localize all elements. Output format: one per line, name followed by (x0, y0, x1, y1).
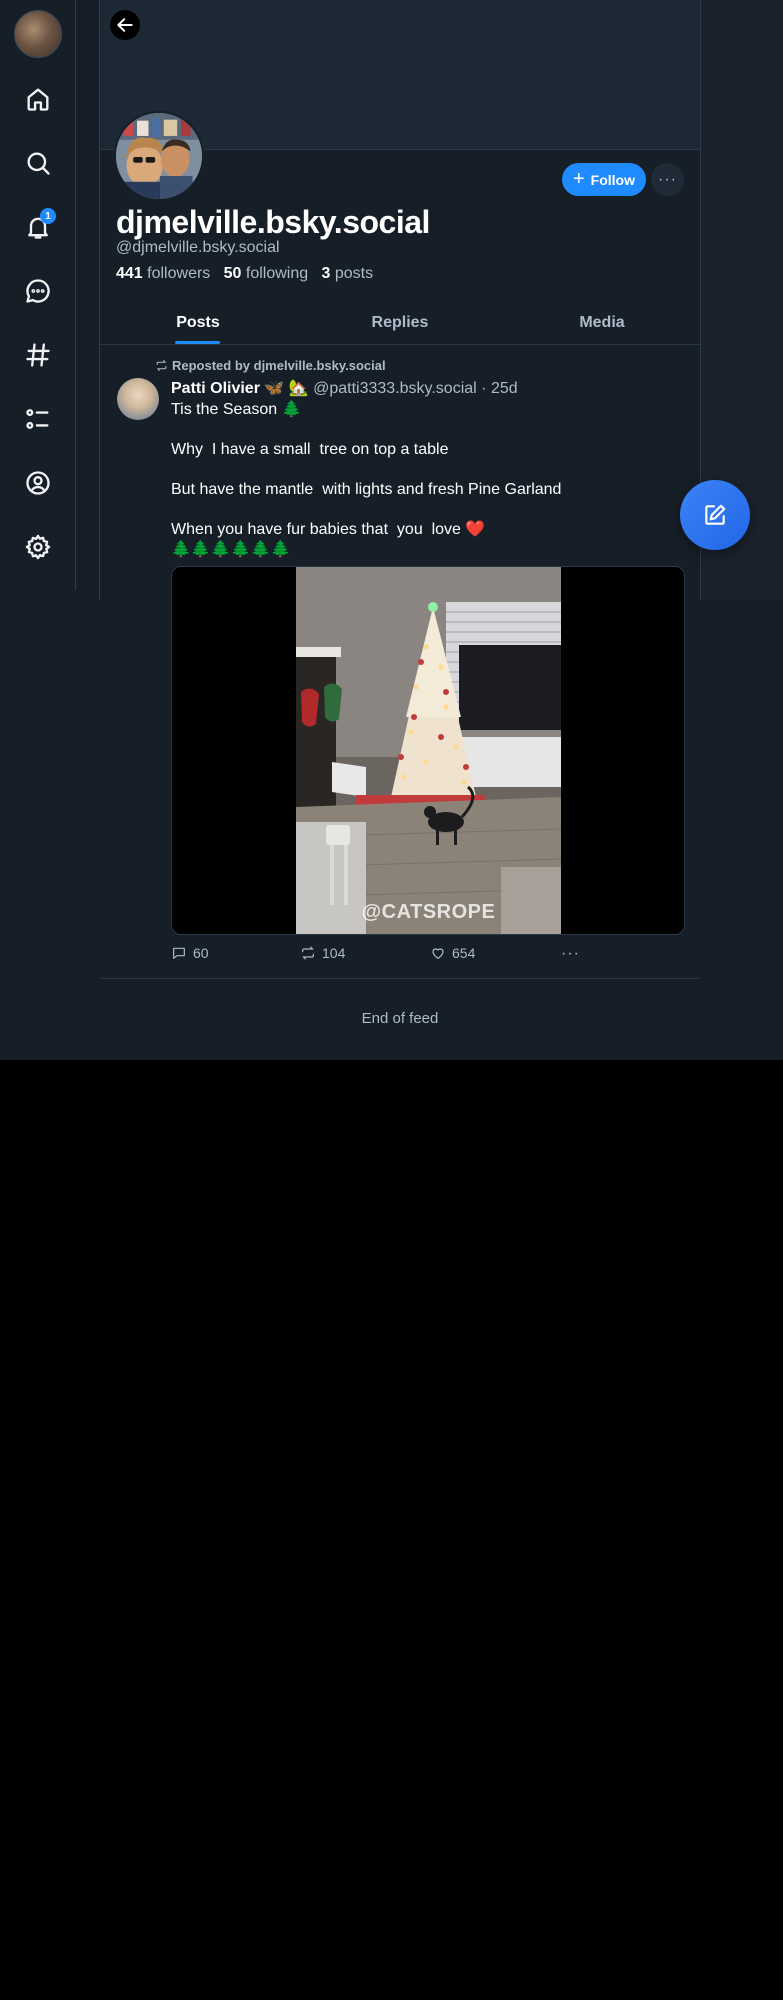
tab-media-label: Media (579, 313, 625, 331)
end-of-feed-label: End of feed (361, 1010, 439, 1027)
left-nav: 1 (0, 0, 76, 590)
like-count: 654 (452, 945, 476, 961)
post-line: But have the mantle with lights and fres… (171, 481, 562, 498)
home-icon (27, 88, 49, 111)
profile-main-column: + Follow ··· djmelville.bsky.social @djm… (99, 0, 701, 962)
post-timestamp[interactable]: 25d (491, 380, 518, 397)
post-line: When you have fur babies that you love ❤… (171, 521, 486, 538)
posts-count: 3 (321, 265, 331, 282)
nav-settings[interactable] (18, 527, 58, 567)
gear-icon (25, 534, 51, 560)
author-emojis: 🦋 🏡 (264, 380, 309, 397)
author-handle[interactable]: @patti3333.bsky.social (313, 380, 477, 397)
tab-posts[interactable]: Posts (148, 300, 248, 345)
repost-button[interactable]: 104 (300, 945, 345, 961)
followers-count: 441 (116, 265, 143, 282)
author-name[interactable]: Patti Olivier (171, 380, 260, 397)
nav-notifications[interactable]: 1 (18, 207, 58, 247)
hashtag-icon (26, 343, 50, 367)
ellipsis-icon: ··· (561, 945, 580, 962)
post-video-embed[interactable]: @CATSROPE (171, 566, 685, 935)
reply-button[interactable]: 60 (171, 945, 209, 961)
compose-post-button[interactable] (680, 480, 750, 550)
repost-icon (302, 946, 314, 960)
profile-handle: @djmelville.bsky.social (116, 239, 280, 256)
posts-label: posts (334, 265, 374, 282)
heart-icon (432, 948, 444, 959)
search-icon (27, 152, 50, 175)
notification-badge: 1 (40, 208, 56, 224)
post-author-line: Patti Olivier 🦋 🏡 @patti3333.bsky.social… (171, 378, 518, 398)
list-icon (26, 409, 49, 429)
video-still-image (296, 567, 561, 934)
back-button[interactable] (110, 10, 140, 40)
reply-count: 60 (193, 945, 209, 961)
nav-lists[interactable] (18, 399, 58, 439)
author-avatar[interactable] (117, 378, 159, 420)
feed-divider (100, 978, 700, 979)
repost-text: Reposted by djmelville.bsky.social (172, 358, 386, 373)
tab-replies[interactable]: Replies (350, 300, 450, 345)
video-watermark: @CATSROPE (361, 901, 496, 923)
posts-stat: 3 posts (322, 265, 374, 282)
profile-stats: 441 followers 50 following 3 posts (116, 265, 373, 283)
plus-icon: + (572, 167, 585, 190)
video-frame: @CATSROPE (296, 567, 561, 934)
profile-avatar-image (116, 113, 202, 199)
ellipsis-icon: ··· (658, 170, 677, 188)
post-line: 🌲🌲🌲🌲🌲🌲 (171, 541, 291, 558)
time-separator: · (481, 380, 487, 397)
nav-home[interactable] (18, 79, 58, 119)
nav-user-avatar[interactable] (14, 10, 62, 58)
profile-tabs: Posts Replies Media (100, 300, 700, 345)
profile-more-button[interactable]: ··· (651, 163, 684, 196)
nav-chat[interactable] (18, 271, 58, 311)
active-tab-indicator (175, 341, 220, 344)
following-count: 50 (223, 265, 242, 282)
post-actions: 60 104 654 ··· (171, 945, 591, 965)
arrow-left-icon (117, 18, 133, 32)
chat-icon (26, 279, 50, 303)
post-line: Tis the Season 🌲 (171, 401, 302, 418)
profile-icon (26, 471, 50, 495)
repost-icon (156, 360, 167, 371)
post-more-button[interactable]: ··· (561, 945, 580, 963)
post-line: Why I have a small tree on top a table (171, 441, 449, 458)
follow-button[interactable]: + Follow (562, 163, 646, 196)
nav-profile[interactable] (18, 463, 58, 503)
repost-count: 104 (322, 945, 346, 961)
tab-media[interactable]: Media (552, 300, 652, 345)
repost-indicator[interactable]: Reposted by djmelville.bsky.social (155, 358, 386, 373)
following-stat[interactable]: 50 following (224, 265, 309, 282)
follow-button-label: Follow (590, 171, 635, 188)
nav-search[interactable] (18, 143, 58, 183)
following-label: following (245, 265, 309, 282)
nav-feeds[interactable] (18, 335, 58, 375)
post-text: Tis the Season 🌲 Why I have a small tree… (171, 400, 691, 560)
profile-display-name: djmelville.bsky.social (116, 204, 430, 240)
reply-icon (173, 947, 185, 959)
compose-icon (705, 504, 726, 525)
followers-stat[interactable]: 441 followers (116, 265, 210, 282)
tab-replies-label: Replies (371, 313, 429, 331)
tab-posts-label: Posts (176, 313, 220, 331)
followers-label: followers (147, 265, 211, 282)
profile-avatar[interactable] (114, 111, 204, 201)
like-button[interactable]: 654 (430, 945, 475, 961)
